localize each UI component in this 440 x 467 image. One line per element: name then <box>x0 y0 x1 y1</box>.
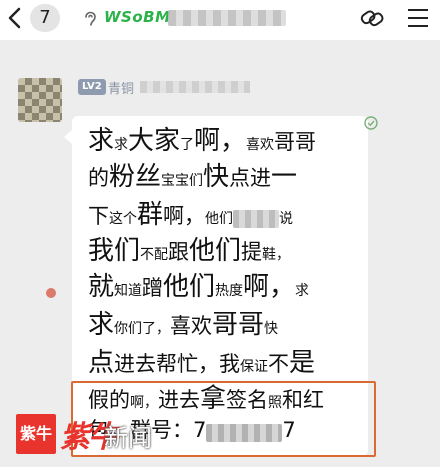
level-badge: LV2 <box>78 79 106 95</box>
message-text: 求 <box>295 283 310 299</box>
message-text: 群 <box>137 200 164 230</box>
message-text: 我们 <box>88 236 141 266</box>
message-text: 大家 <box>128 126 181 156</box>
watermark-news: 新闻 <box>104 424 152 452</box>
message-text: 不配 <box>140 247 169 263</box>
menu-icon[interactable] <box>406 6 430 30</box>
message-text: 啊， <box>243 272 296 302</box>
message-line: 求求大家了啊，喜欢哥哥 <box>88 120 316 157</box>
message-text: 进去帮忙， <box>114 352 220 376</box>
message-text: 啊， <box>194 126 247 156</box>
message-text: 下 <box>88 204 109 228</box>
message-text: 保证 <box>240 359 269 375</box>
message-text: 鞋， <box>262 247 291 263</box>
message-text: 跟 <box>168 240 190 264</box>
group-chat-icon[interactable] <box>358 4 388 34</box>
blurred-text <box>233 209 280 228</box>
side-dot-icon <box>46 288 56 298</box>
message-text: 宝宝们 <box>161 173 204 189</box>
message-text: 的 <box>88 166 109 190</box>
message-text: 求 <box>88 126 115 156</box>
message-line: 下这个群啊，他们 说 <box>88 194 293 231</box>
message-line: 的粉丝宝宝们快点进一 <box>88 156 297 193</box>
message-text: 知道 <box>114 283 143 299</box>
message-text: 就 <box>88 272 115 302</box>
message-text: 我 <box>219 352 241 376</box>
message-text: 了 <box>180 137 195 153</box>
message-text: 他们 <box>205 211 234 227</box>
message-text: 点 <box>88 348 115 378</box>
sender-avatar[interactable] <box>18 78 62 122</box>
ear-icon <box>85 11 96 26</box>
message-text: 热度 <box>215 283 244 299</box>
watermark-logo: 紫牛 <box>16 414 56 454</box>
group-title-tag: WSoBM <box>104 8 171 26</box>
message-line: 求你们了，喜欢哥哥快 <box>88 304 278 341</box>
message-text: 粉丝 <box>109 162 162 192</box>
message-text: 说 <box>279 211 294 227</box>
message-text: 提 <box>241 240 263 264</box>
message-text: 点进 <box>229 166 272 190</box>
message-text: 一 <box>271 162 298 192</box>
message-text: 哥哥 <box>274 130 317 154</box>
top-bar: 7 WSoBM <box>0 0 440 40</box>
message-text: 他们 <box>189 236 242 266</box>
level-name: 青铜 <box>108 82 135 97</box>
message-text: 蹭 <box>142 276 164 300</box>
message-line: 我们不配跟他们提鞋， <box>88 230 290 267</box>
blurred-sender-name <box>140 81 250 93</box>
message-text: 他们 <box>163 272 216 302</box>
blurred-group-name <box>168 10 286 26</box>
message-text: 求 <box>114 137 129 153</box>
message-text: 喜欢 <box>170 314 213 338</box>
unread-count-badge[interactable]: 7 <box>30 4 60 32</box>
message-text: 是 <box>289 348 316 378</box>
message-text: 快 <box>264 321 279 337</box>
message-line: 就知道蹭他们热度啊，求 <box>88 266 309 303</box>
message-text: 你们了， <box>114 321 171 337</box>
message-text: 求 <box>88 310 115 340</box>
message-text: 快 <box>203 162 230 192</box>
message-line: 点进去帮忙，我保证不是 <box>88 342 315 379</box>
message-text: 喜欢 <box>246 137 275 153</box>
message-text: 这个 <box>109 211 137 227</box>
message-text: 哥哥 <box>212 310 265 340</box>
back-arrow-icon[interactable] <box>4 4 28 32</box>
message-text: 不 <box>268 352 290 376</box>
message-text: 啊， <box>163 204 206 228</box>
check-icon <box>364 116 378 130</box>
